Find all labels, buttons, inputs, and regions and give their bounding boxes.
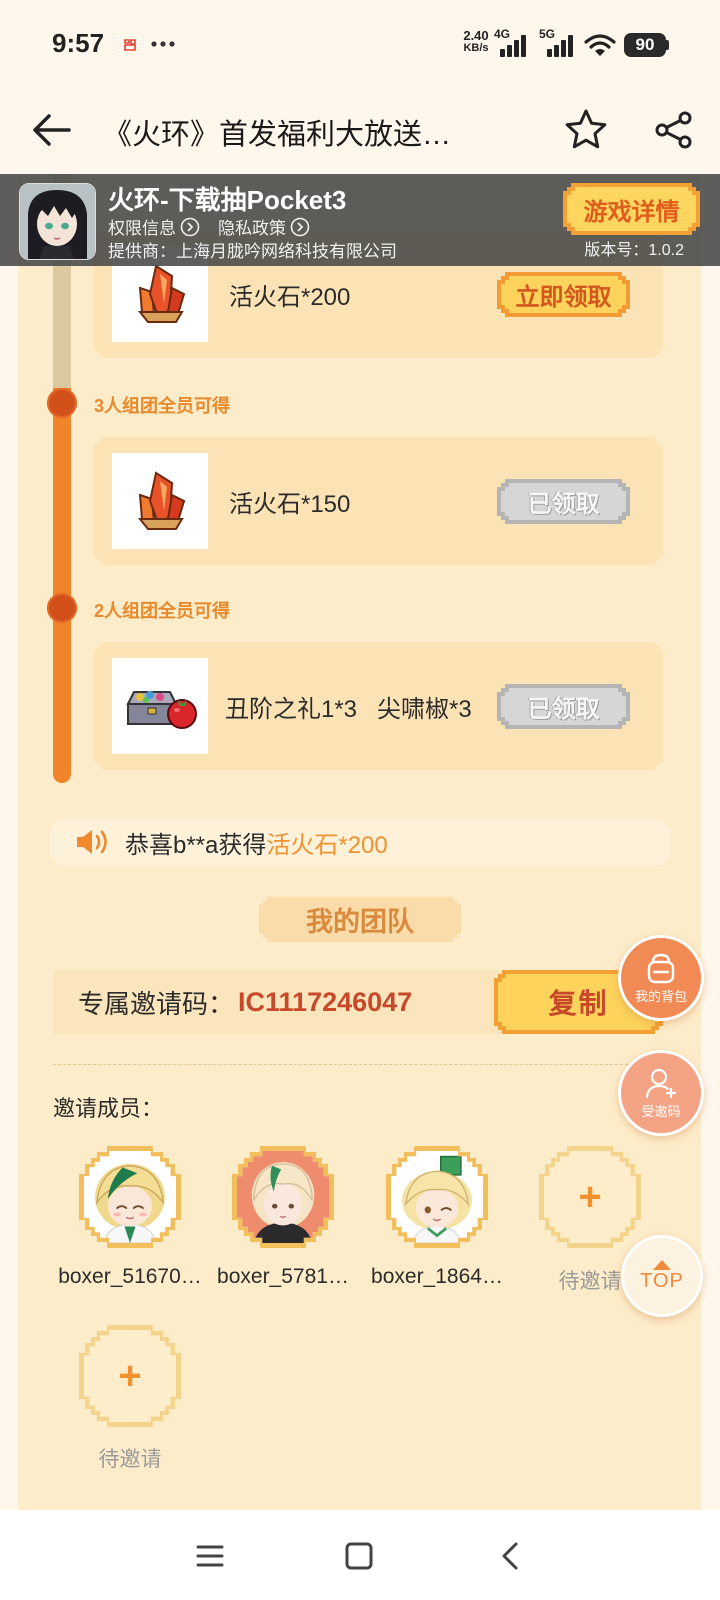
tier-label: 2人组团全员可得 [94, 601, 231, 621]
home-square-icon[interactable] [345, 1542, 373, 1570]
avatar-image [237, 1151, 329, 1243]
reward-items: 丑阶之礼1*3 尖啸椒*3 [225, 695, 472, 723]
member-name: boxer_5781… [217, 1265, 349, 1288]
divider [53, 1064, 663, 1065]
scroll-top-label: TOP [640, 1269, 684, 1292]
reward-item-image [112, 453, 208, 549]
claimed-button[interactable]: 已领取 [497, 684, 630, 729]
signal-icon [500, 35, 526, 57]
permissions-link[interactable]: 权限信息 [108, 214, 200, 239]
reward-item-image [112, 658, 208, 754]
invite-code-button[interactable]: 受邀码 [618, 1050, 704, 1136]
net-speed-unit: KB/s [463, 42, 489, 54]
invite-slot-label: 待邀请 [98, 1448, 162, 1471]
announcement-prefix: 恭喜b**a获得 [125, 831, 267, 859]
reward-card: 丑阶之礼1*3 尖啸椒*3 已领取 [94, 642, 663, 770]
member-avatar[interactable] [79, 1146, 181, 1248]
timeline-dot [47, 388, 77, 418]
reward-card: 活火石*150 已领取 [94, 437, 663, 565]
star-icon[interactable] [563, 107, 609, 153]
invite-code-label: 专属邀请码： [78, 988, 235, 1019]
signal-icon [547, 35, 573, 57]
net-speed: 2.40 KB/s [458, 29, 494, 55]
version-text: 版本号：1.0.2 [584, 242, 684, 259]
tier-label: 3人组团全员可得 [94, 396, 231, 416]
add-user-icon [645, 1068, 677, 1098]
claim-button-label: 立即领取 [515, 284, 612, 311]
claim-button[interactable]: 立即领取 [497, 272, 630, 317]
timeline-dot [47, 593, 77, 623]
announcement-highlight: 活火石*200 [266, 831, 388, 859]
app-root: 9:57 2.40 KB/s 4G 5G 90 《火环》首发福利大放送… 活火石… [0, 0, 720, 1600]
provider-text: 提供商：上海月胧吟网络科技有限公司 [108, 242, 397, 261]
claimed-button-label: 已领取 [527, 491, 600, 518]
permissions-label: 权限信息 [108, 219, 176, 238]
invite-code-button-label: 受邀码 [641, 1103, 681, 1119]
battery-cap [666, 40, 669, 50]
game-banner[interactable]: 火环-下载抽Pocket3 权限信息 隐私政策 提供商：上海月胧吟网络科技有限公… [0, 174, 720, 266]
invite-code-value: IC1117246047 [238, 986, 413, 1017]
member-avatar[interactable] [386, 1146, 488, 1248]
game-details-label: 游戏详情 [583, 198, 680, 226]
back-arrow-icon[interactable] [32, 113, 72, 147]
avatar-image [84, 1151, 176, 1243]
circle-chevron-right-icon [180, 217, 200, 236]
menu-icon[interactable] [196, 1544, 224, 1568]
backpack-button[interactable]: 我的背包 [618, 935, 704, 1021]
game-title: 火环-下载抽Pocket3 [108, 185, 347, 215]
more-dots-icon [151, 41, 175, 47]
members-label: 邀请成员： [53, 1096, 164, 1121]
fire-crystal-icon [120, 461, 200, 541]
plus-icon: + [118, 1353, 142, 1398]
gift-chest-icon [118, 664, 202, 748]
avatar-image [391, 1151, 483, 1243]
backpack-label: 我的背包 [634, 988, 687, 1004]
app-notification-icon [124, 39, 136, 51]
team-section-title: 我的团队 [259, 897, 461, 942]
announcement-bar: 恭喜b**a获得活火石*200 [49, 819, 671, 865]
page-title: 《火环》首发福利大放送… [103, 119, 452, 151]
invite-slot[interactable]: + [79, 1325, 181, 1427]
share-icon[interactable] [654, 110, 694, 150]
backpack-icon [647, 953, 675, 983]
battery-level: 90 [635, 35, 655, 54]
claimed-button-label: 已领取 [527, 696, 600, 723]
status-time: 9:57 [52, 28, 105, 58]
circle-chevron-right-icon [290, 217, 310, 236]
system-nav-bar [0, 1510, 720, 1600]
reward-items: 活火石*150 [229, 490, 351, 518]
speaker-icon [75, 828, 111, 856]
member-avatar[interactable] [232, 1146, 334, 1248]
member-name: boxer_1864… [371, 1265, 503, 1288]
member-name: boxer_51670… [58, 1265, 202, 1288]
arrow-up-icon [653, 1259, 671, 1270]
invite-slot[interactable]: + [539, 1146, 641, 1248]
game-details-button[interactable]: 游戏详情 [563, 183, 700, 235]
privacy-link[interactable]: 隐私政策 [218, 214, 310, 239]
wifi-icon [584, 34, 616, 56]
copy-button-label: 复制 [548, 988, 609, 1019]
back-chevron-icon[interactable] [500, 1541, 520, 1571]
net-speed-value: 2.40 [463, 28, 489, 43]
plus-icon: + [578, 1174, 602, 1219]
announcement-text: 恭喜b**a获得活火石*200 [125, 825, 388, 860]
fire-crystal-icon [120, 254, 200, 334]
game-app-icon[interactable] [19, 183, 96, 260]
privacy-label: 隐私政策 [218, 219, 286, 238]
claimed-button[interactable]: 已领取 [497, 479, 630, 524]
scroll-top-button[interactable]: TOP [621, 1235, 703, 1317]
battery-icon: 90 [624, 33, 666, 57]
